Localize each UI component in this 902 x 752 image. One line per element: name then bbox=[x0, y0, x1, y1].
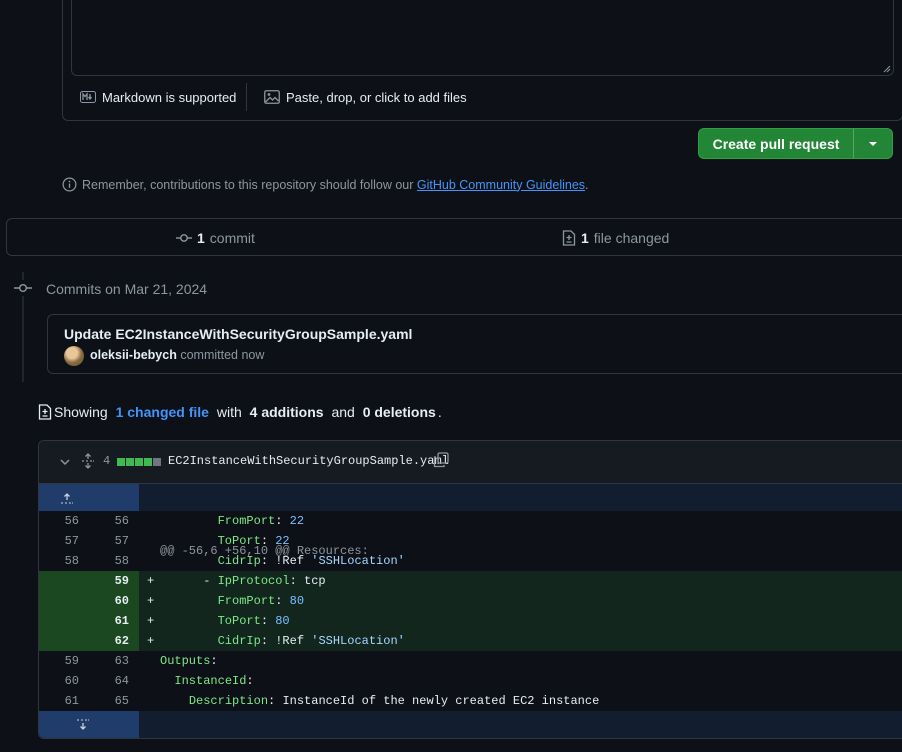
code-text: CidrIp: !Ref 'SSHLocation' bbox=[217, 554, 405, 568]
diff-stats-summary: Showing 1 changed file with 4 additions … bbox=[38, 404, 442, 420]
diffstat-neutral-block bbox=[153, 458, 161, 466]
diff-sign: + bbox=[147, 634, 155, 648]
diff-line-added: 59 + - IpProtocol: tcp bbox=[39, 571, 902, 591]
diff-line-context: 56 56 FromPort: 22 bbox=[39, 511, 902, 531]
new-line-number[interactable]: 60 bbox=[89, 591, 129, 611]
copy-icon[interactable] bbox=[433, 452, 449, 468]
showing-prefix: Showing bbox=[54, 404, 108, 420]
changed-files-link[interactable]: 1 changed file bbox=[116, 404, 209, 420]
commit-count: 1 bbox=[197, 230, 205, 246]
deletions-count: 0 deletions bbox=[362, 404, 436, 420]
create-pull-request-group: Create pull request bbox=[698, 128, 893, 159]
new-line-number[interactable]: 57 bbox=[89, 531, 129, 551]
diff-line-context: 58 58 CidrIp: !Ref 'SSHLocation' bbox=[39, 551, 902, 571]
diff-line-context: 61 65 Description: InstanceId of the newl… bbox=[39, 691, 902, 711]
diffstat-addition-block bbox=[135, 458, 143, 466]
markdown-label: Markdown is supported bbox=[102, 89, 237, 105]
commit-action: committed now bbox=[180, 348, 265, 362]
old-line-number[interactable]: 61 bbox=[39, 691, 79, 711]
new-line-number[interactable]: 58 bbox=[89, 551, 129, 571]
new-line-number[interactable]: 61 bbox=[89, 611, 129, 631]
commit-title-link[interactable]: Update EC2InstanceWithSecurityGroupSampl… bbox=[64, 326, 412, 342]
code-text: - IpProtocol: tcp bbox=[160, 574, 326, 588]
code-text: FromPort: 80 bbox=[217, 594, 305, 608]
additions-count: 4 additions bbox=[249, 404, 324, 420]
code-text: CidrIp: !Ref 'SSHLocation' bbox=[217, 634, 405, 648]
guidelines-note: Remember, contributions to this reposito… bbox=[62, 177, 589, 192]
expand-down-button[interactable] bbox=[39, 711, 139, 738]
diff-line-context: 59 63 Outputs: bbox=[39, 651, 902, 671]
file-name-link[interactable]: EC2InstanceWithSecurityGroupSample.yaml bbox=[168, 454, 449, 468]
commits-date-heading: Commits on Mar 21, 2024 bbox=[46, 281, 208, 297]
markdown-icon bbox=[80, 91, 96, 103]
git-commit-icon bbox=[176, 233, 192, 243]
diff-sign: + bbox=[147, 594, 155, 608]
chevron-down-icon bbox=[868, 141, 878, 147]
showing-and: and bbox=[331, 404, 355, 420]
diffstat-addition-block bbox=[144, 458, 152, 466]
new-line-number[interactable]: 63 bbox=[89, 651, 129, 671]
commit-meta: oleksii-bebych committed now bbox=[90, 348, 264, 362]
diffstat-blocks bbox=[117, 458, 161, 466]
file-diff: 4 EC2InstanceWithSecurityGroupSample.yam… bbox=[38, 440, 902, 739]
attach-label: Paste, drop, or click to add files bbox=[286, 89, 467, 105]
create-pull-request-button[interactable]: Create pull request bbox=[699, 129, 854, 158]
comment-textarea[interactable] bbox=[71, 0, 894, 76]
diff-line-added: 62 + CidrIp: !Ref 'SSHLocation' bbox=[39, 631, 902, 651]
old-line-number[interactable]: 59 bbox=[39, 651, 79, 671]
files-changed-tab[interactable]: 1 file changed bbox=[562, 230, 669, 246]
code-text: Description: InstanceId of the newly cre… bbox=[188, 694, 600, 708]
old-line-number[interactable]: 60 bbox=[39, 671, 79, 691]
expand-up-button[interactable] bbox=[39, 484, 139, 511]
commit-author-link[interactable]: oleksii-bebych bbox=[90, 348, 177, 362]
file-diff-header: 4 EC2InstanceWithSecurityGroupSample.yam… bbox=[39, 441, 902, 484]
code-text: FromPort: 22 bbox=[217, 514, 305, 528]
new-line-number[interactable]: 62 bbox=[89, 631, 129, 651]
diffstat-addition-block bbox=[117, 458, 125, 466]
diff-line-added: 60 + FromPort: 80 bbox=[39, 591, 902, 611]
commits-tab[interactable]: 1 commit bbox=[176, 230, 255, 246]
file-diff-icon bbox=[38, 404, 52, 420]
diffstat-addition-block bbox=[126, 458, 134, 466]
files-count: 1 bbox=[581, 230, 589, 246]
guidelines-prefix: Remember, contributions to this reposito… bbox=[82, 177, 414, 192]
diff-line-added: 61 + ToPort: 80 bbox=[39, 611, 902, 631]
resize-grip-icon[interactable] bbox=[883, 65, 891, 73]
commit-label: commit bbox=[209, 230, 255, 246]
diff-sign: + bbox=[147, 574, 155, 588]
create-pr-options-button[interactable] bbox=[854, 129, 892, 158]
old-line-number[interactable]: 57 bbox=[39, 531, 79, 551]
markdown-supported-link[interactable]: Markdown is supported bbox=[80, 88, 236, 106]
old-line-number[interactable]: 58 bbox=[39, 551, 79, 571]
code-text: ToPort: 80 bbox=[217, 614, 290, 628]
file-diff-icon bbox=[562, 230, 576, 246]
attach-files-button[interactable]: Paste, drop, or click to add files bbox=[264, 88, 467, 106]
showing-period: . bbox=[437, 404, 442, 420]
files-label: file changed bbox=[593, 230, 670, 246]
code-text: InstanceId: bbox=[174, 674, 254, 688]
guidelines-suffix: . bbox=[585, 177, 589, 192]
showing-with: with bbox=[216, 404, 242, 420]
diff-sign: + bbox=[147, 614, 155, 628]
commit-card bbox=[47, 314, 902, 374]
community-guidelines-link[interactable]: GitHub Community Guidelines bbox=[417, 178, 585, 192]
image-icon bbox=[264, 90, 280, 104]
diff-line-context: 57 57 ToPort: 22 bbox=[39, 531, 902, 551]
expand-down-row bbox=[39, 711, 902, 738]
old-line-number[interactable]: 56 bbox=[39, 511, 79, 531]
git-commit-icon bbox=[14, 280, 32, 296]
info-icon bbox=[62, 177, 77, 192]
code-text: Outputs: bbox=[160, 654, 218, 668]
hunk-header-row: @@ -56,6 +56,10 @@ Resources: bbox=[39, 484, 902, 558]
new-line-number[interactable]: 59 bbox=[89, 571, 129, 591]
code-text: ToPort: 22 bbox=[217, 534, 290, 548]
new-line-number[interactable]: 56 bbox=[89, 511, 129, 531]
footer-divider bbox=[246, 83, 247, 111]
diff-line-context: 60 64 InstanceId: bbox=[39, 671, 902, 691]
expand-down-icon bbox=[76, 679, 103, 738]
avatar[interactable] bbox=[64, 346, 84, 366]
compare-summary-bar bbox=[6, 218, 902, 256]
